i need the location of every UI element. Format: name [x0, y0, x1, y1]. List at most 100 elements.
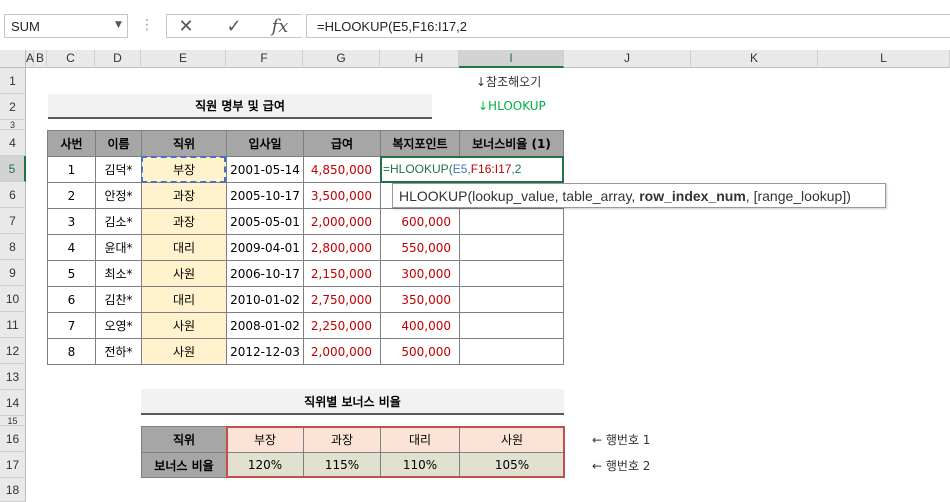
row-header-1[interactable]: 1 [0, 68, 26, 94]
employee-table-title: 직원 명부 및 급여 [48, 94, 432, 119]
employee-cell[interactable]: 8 [47, 338, 96, 365]
employee-header-cell: 사번 [47, 130, 96, 157]
column-header-l[interactable]: L [818, 50, 950, 68]
row-header-5[interactable]: 5 [0, 156, 26, 182]
employee-cell[interactable]: 7 [47, 312, 96, 339]
employee-cell[interactable]: 2 [47, 182, 96, 209]
column-header-b[interactable]: B [34, 50, 47, 68]
bonus-rate-cell[interactable] [459, 312, 564, 339]
cancel-icon[interactable]: ✕ [171, 17, 201, 37]
row-header-13[interactable]: 13 [0, 364, 26, 390]
row-header-7[interactable]: 7 [0, 208, 26, 234]
formula-buttons: ✕ ✓ fx [166, 14, 302, 38]
employee-cell[interactable]: 안정* [95, 182, 142, 209]
bonus-rate-cell[interactable] [459, 208, 564, 235]
employee-cell[interactable]: 대리 [141, 286, 227, 313]
employee-cell[interactable]: 2,000,000 [303, 208, 381, 235]
column-header-a[interactable]: A [26, 50, 34, 68]
employee-cell[interactable]: 6 [47, 286, 96, 313]
row-header-14[interactable]: 14 [0, 390, 26, 416]
enter-icon[interactable]: ✓ [219, 17, 249, 37]
employee-cell[interactable]: 2008-01-02 [226, 312, 304, 339]
row-header-12[interactable]: 12 [0, 338, 26, 364]
employee-cell[interactable]: 김소* [95, 208, 142, 235]
employee-cell[interactable]: 1 [47, 156, 96, 183]
employee-cell[interactable]: 과장 [141, 182, 227, 209]
tooltip-func[interactable]: HLOOKUP( [399, 188, 472, 204]
employee-cell[interactable]: 500,000 [380, 338, 460, 365]
column-header-f[interactable]: F [226, 50, 303, 68]
employee-cell[interactable]: 600,000 [380, 208, 460, 235]
employee-cell[interactable]: 최소* [95, 260, 142, 287]
column-header-d[interactable]: D [95, 50, 141, 68]
employee-cell[interactable]: 550,000 [380, 234, 460, 261]
ref-note: ↓참조해오기 [476, 75, 542, 89]
employee-cell[interactable]: 400,000 [380, 312, 460, 339]
column-header-k[interactable]: K [691, 50, 818, 68]
employee-cell[interactable]: 300,000 [380, 260, 460, 287]
employee-cell[interactable]: 3 [47, 208, 96, 235]
chevron-down-icon[interactable]: ▼ [115, 20, 122, 30]
employee-cell[interactable]: 3,500,000 [303, 182, 381, 209]
employee-cell[interactable]: 2009-04-01 [226, 234, 304, 261]
row-header-2[interactable]: 2 [0, 94, 26, 120]
column-header-g[interactable]: G [303, 50, 380, 68]
function-tooltip[interactable]: HLOOKUP(lookup_value, table_array, row_i… [392, 183, 886, 208]
employee-cell[interactable]: 윤대* [95, 234, 142, 261]
row-header-16[interactable]: 16 [0, 426, 26, 452]
insert-function-icon[interactable]: fx [265, 17, 295, 37]
select-all-corner[interactable] [0, 50, 26, 68]
bonus-rate-cell[interactable] [459, 260, 564, 287]
employee-cell[interactable]: 과장 [141, 208, 227, 235]
row-header-4[interactable]: 4 [0, 130, 26, 156]
name-box[interactable]: SUM ▼ [4, 14, 128, 38]
employee-cell[interactable]: 2,150,000 [303, 260, 381, 287]
employee-cell[interactable]: 김찬* [95, 286, 142, 313]
row-header-11[interactable]: 11 [0, 312, 26, 338]
cell-edit-text: =HLOOKUP(E5,F16:I17,2 [383, 162, 521, 176]
employee-cell[interactable]: 사원 [141, 260, 227, 287]
employee-cell[interactable]: 전하* [95, 338, 142, 365]
column-header-j[interactable]: J [564, 50, 691, 68]
employee-cell[interactable]: 사원 [141, 312, 227, 339]
row-header-6[interactable]: 6 [0, 182, 26, 208]
employee-cell[interactable]: 2005-05-01 [226, 208, 304, 235]
column-header-i[interactable]: I [459, 50, 564, 68]
employee-cell[interactable]: 대리 [141, 234, 227, 261]
column-header-e[interactable]: E [141, 50, 226, 68]
drag-handle-icon[interactable]: ⋮ [140, 17, 154, 33]
row-header-8[interactable]: 8 [0, 234, 26, 260]
employee-cell[interactable]: 2005-10-17 [226, 182, 304, 209]
employee-cell[interactable]: 2,750,000 [303, 286, 381, 313]
bonus-label-position: 직위 [141, 426, 227, 453]
bonus-rate-cell[interactable] [459, 286, 564, 313]
employee-cell[interactable]: 4,850,000 [303, 156, 381, 183]
employee-cell[interactable]: 김덕* [95, 156, 142, 183]
employee-cell[interactable]: 2,800,000 [303, 234, 381, 261]
employee-cell[interactable]: 2006-10-17 [226, 260, 304, 287]
employee-cell[interactable]: 5 [47, 260, 96, 287]
employee-cell[interactable]: 2010-01-02 [226, 286, 304, 313]
employee-cell[interactable]: 4 [47, 234, 96, 261]
employee-cell[interactable]: 오영* [95, 312, 142, 339]
formula-text: =HLOOKUP(E5,F16:I17,2 [317, 19, 467, 34]
row-header-3[interactable]: 3 [0, 120, 26, 130]
row1-note: ← 행번호 1 [592, 433, 651, 447]
row-header-18[interactable]: 18 [0, 478, 26, 502]
employee-cell[interactable]: 350,000 [380, 286, 460, 313]
employee-header-cell: 급여 [303, 130, 381, 157]
row-header-9[interactable]: 9 [0, 260, 26, 286]
employee-cell[interactable]: 2,250,000 [303, 312, 381, 339]
row-header-17[interactable]: 17 [0, 452, 26, 478]
employee-cell[interactable]: 2001-05-14 [226, 156, 304, 183]
row-header-10[interactable]: 10 [0, 286, 26, 312]
employee-cell[interactable]: 2012-12-03 [226, 338, 304, 365]
formula-input[interactable]: =HLOOKUP(E5,F16:I17,2 [306, 14, 950, 38]
employee-cell[interactable]: 2,000,000 [303, 338, 381, 365]
employee-cell[interactable]: 사원 [141, 338, 227, 365]
row-header-15[interactable]: 15 [0, 416, 26, 426]
column-header-h[interactable]: H [380, 50, 459, 68]
bonus-rate-cell[interactable] [459, 338, 564, 365]
bonus-rate-cell[interactable] [459, 234, 564, 261]
column-header-c[interactable]: C [47, 50, 95, 68]
